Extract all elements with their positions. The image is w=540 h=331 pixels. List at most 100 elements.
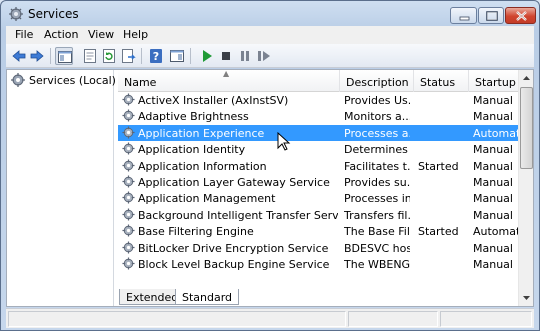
cell-name: Application Experience (138, 126, 265, 140)
stop-service-icon[interactable] (217, 47, 235, 65)
service-gear-icon (122, 224, 135, 237)
restart-service-icon[interactable] (255, 47, 273, 65)
cell-name: Base Filtering Engine (138, 225, 254, 239)
toolbar-separator (141, 48, 142, 64)
services-gear-icon (11, 73, 25, 87)
services-list: ▲ Name Description Status Startup Typ Ac… (118, 70, 533, 306)
scroll-thumb[interactable] (520, 87, 533, 169)
status-pane (348, 311, 438, 327)
scroll-up-button[interactable] (519, 70, 533, 86)
table-row[interactable]: Application Experience Processes a... Auto… (118, 124, 519, 142)
column-startup-type[interactable]: Startup Typ (469, 70, 518, 92)
cell-description: Processes in... (344, 192, 410, 206)
cell-name: Block Level Backup Engine Service (138, 258, 330, 271)
start-service-icon[interactable] (198, 47, 216, 65)
table-row[interactable]: Background Intelligent Transfer Service T… (118, 207, 518, 223)
service-gear-icon (122, 208, 135, 221)
cell-description: Provides su... (344, 176, 410, 189)
service-gear-icon (122, 126, 135, 139)
cell-startup-type: Manual (473, 258, 513, 271)
tree-label: Services (Local) (29, 74, 116, 87)
tab-standard[interactable]: Standard (175, 289, 240, 305)
column-status[interactable]: Status (414, 70, 469, 92)
cell-description: Transfers fil... (344, 208, 410, 222)
service-gear-icon (122, 142, 135, 155)
show-pane-icon[interactable] (168, 47, 186, 65)
menu-view[interactable]: View (88, 28, 114, 41)
cell-startup-type: Automatic (473, 225, 519, 239)
column-name[interactable]: Name (118, 70, 340, 92)
cell-startup-type: Automatic (473, 126, 519, 140)
cell-description: Processes a... (344, 126, 410, 140)
table-row[interactable]: Application Information Facilitates t... S… (118, 158, 518, 174)
cell-startup-type: Manual (473, 110, 513, 124)
service-gear-icon (122, 109, 135, 122)
service-gear-icon (122, 191, 135, 204)
cell-name: Adaptive Brightness (138, 110, 249, 124)
services-gear-icon (9, 7, 23, 21)
table-row[interactable]: Application Management Processes in... Man… (118, 190, 518, 206)
status-pane (8, 311, 346, 327)
cell-name: ActiveX Installer (AxInstSV) (138, 94, 289, 107)
cell-name: Background Intelligent Transfer Service (138, 208, 338, 222)
cell-name: Application Information (138, 159, 267, 173)
column-description[interactable]: Description (340, 70, 414, 92)
cell-startup-type: Manual (473, 143, 513, 157)
console-tree-icon[interactable] (55, 47, 73, 65)
mouse-cursor-icon (277, 132, 291, 151)
service-gear-icon (122, 257, 135, 270)
cell-name: Application Management (138, 192, 276, 206)
maximize-button[interactable] (478, 7, 504, 24)
status-pane (440, 311, 532, 327)
table-row[interactable]: Application Identity Determines ... Manual (118, 141, 518, 157)
cell-description: Monitors a... (344, 110, 410, 124)
vertical-scrollbar[interactable] (518, 70, 533, 306)
export-list-icon[interactable] (119, 47, 137, 65)
cell-name: Application Layer Gateway Service (138, 176, 330, 189)
table-row[interactable]: Base Filtering Engine The Base Fil... Star… (118, 223, 519, 239)
forward-arrow-icon[interactable] (28, 47, 46, 65)
cell-name: Application Identity (138, 143, 246, 157)
table-row[interactable]: Adaptive Brightness Monitors a... Manual (118, 108, 518, 124)
title-bar[interactable]: Services (1, 1, 539, 26)
table-row[interactable]: Block Level Backup Engine Service The WBE… (118, 256, 518, 272)
console-tree: Services (Local) (7, 70, 116, 306)
help-icon[interactable]: ? (147, 47, 165, 65)
pause-service-icon[interactable] (236, 47, 254, 65)
properties-icon[interactable] (81, 47, 99, 65)
service-gear-icon (122, 159, 135, 172)
cell-description: BDESVC hos... (344, 241, 410, 255)
toolbar-separator (190, 48, 191, 64)
table-row[interactable]: ActiveX Installer (AxInstSV) Provides Us.… (118, 92, 518, 108)
cell-description: Determines ... (344, 143, 410, 157)
services-window: Services File Action View Help ? Service… (0, 0, 540, 331)
menu-bar: File Action View Help (6, 26, 534, 44)
cell-description: The WBENG... (344, 258, 410, 271)
refresh-icon[interactable] (100, 47, 118, 65)
cell-startup-type: Manual (473, 159, 513, 173)
toolbar-separator (50, 48, 51, 64)
window-title: Services (28, 7, 79, 21)
cell-startup-type: Manual (473, 192, 513, 206)
table-row[interactable]: Application Layer Gateway Service Provide… (118, 174, 518, 190)
list-header: ▲ Name Description Status Startup Typ (118, 70, 518, 92)
cell-name: BitLocker Drive Encryption Service (138, 241, 329, 255)
cell-description: Facilitates t... (344, 159, 410, 173)
cell-description: The Base Fil... (344, 225, 410, 239)
cell-status: Started (418, 225, 459, 239)
menu-file[interactable]: File (15, 28, 33, 41)
minimize-button[interactable] (450, 7, 477, 24)
service-gear-icon (122, 241, 135, 254)
service-gear-icon (122, 175, 135, 188)
cell-startup-type: Manual (473, 208, 513, 222)
close-button[interactable] (505, 7, 536, 24)
content-area: Services (Local) ▲ Name Description Stat… (6, 69, 534, 307)
back-arrow-icon[interactable] (10, 47, 28, 65)
cell-status: Started (418, 159, 459, 173)
menu-action[interactable]: Action (44, 28, 78, 41)
table-row[interactable]: BitLocker Drive Encryption Service BDESVC… (118, 240, 518, 256)
menu-help[interactable]: Help (123, 28, 148, 41)
cell-startup-type: Manual (473, 241, 513, 255)
service-gear-icon (122, 93, 135, 106)
cell-startup-type: Manual (473, 94, 513, 107)
